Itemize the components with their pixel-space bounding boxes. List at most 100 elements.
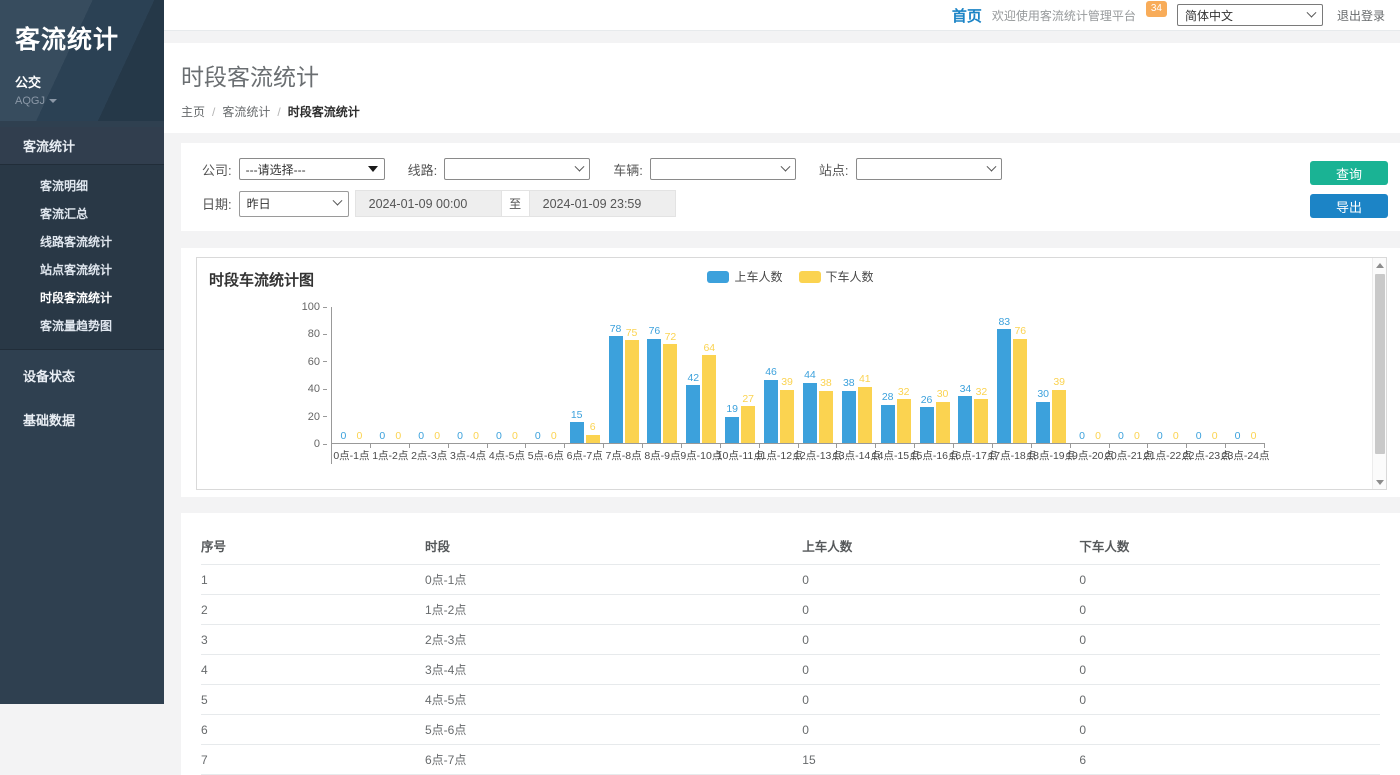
bar[interactable] xyxy=(686,385,700,443)
bar-value-label: 0 xyxy=(551,431,557,442)
export-button[interactable]: 导出 xyxy=(1310,194,1388,218)
bar[interactable] xyxy=(725,417,739,443)
bar[interactable] xyxy=(741,406,755,443)
notification-badge[interactable]: 34 xyxy=(1146,1,1167,17)
bar[interactable] xyxy=(780,390,794,443)
caret-down-icon xyxy=(49,99,57,103)
chart-scrollbar[interactable] xyxy=(1372,258,1386,489)
chevron-down-icon xyxy=(1307,7,1317,17)
sidebar-item-line-stats[interactable]: 线路客流统计 xyxy=(0,228,164,256)
sidebar-item-base-data[interactable]: 基础数据 xyxy=(0,401,164,438)
sidebar-item-trend-chart[interactable]: 客流量趋势图 xyxy=(0,312,164,340)
bar-value-label: 34 xyxy=(960,384,972,395)
bar[interactable] xyxy=(570,422,584,443)
search-button[interactable]: 查询 xyxy=(1310,161,1388,185)
scroll-up-icon[interactable] xyxy=(1376,258,1384,272)
bar[interactable] xyxy=(858,387,872,443)
table-cell: 6 xyxy=(1079,745,1380,775)
bar[interactable] xyxy=(609,336,623,443)
chart-category: 263015点-16点 xyxy=(915,307,954,464)
sidebar-item-passenger-detail[interactable]: 客流明细 xyxy=(0,172,164,200)
org-code-dropdown[interactable]: AQGJ xyxy=(15,95,150,107)
line-select[interactable] xyxy=(444,158,590,180)
table-cell: 3点-4点 xyxy=(425,655,802,685)
x-axis-label: 2点-3点 xyxy=(410,444,449,464)
date-preset-select[interactable]: 昨日 xyxy=(239,191,349,217)
table-header: 序号时段上车人数下车人数 xyxy=(201,527,1380,565)
bar[interactable] xyxy=(625,340,639,443)
bar[interactable] xyxy=(1036,402,1050,443)
sidebar-item-device-status[interactable]: 设备状态 xyxy=(0,357,164,394)
table-cell: 15 xyxy=(802,745,1079,775)
bar-value-label: 0 xyxy=(473,431,479,442)
bar[interactable] xyxy=(936,402,950,443)
org-name: 公交 xyxy=(15,72,150,91)
bar[interactable] xyxy=(997,329,1011,443)
bar[interactable] xyxy=(881,405,895,443)
bar[interactable] xyxy=(920,407,934,443)
chart-category: 837617点-18点 xyxy=(993,307,1032,464)
bar-value-label: 30 xyxy=(937,389,949,400)
x-axis-label: 3点-4点 xyxy=(449,444,488,464)
sidebar-item-period-stats[interactable]: 时段客流统计 xyxy=(0,284,164,312)
bar[interactable] xyxy=(663,344,677,443)
bar[interactable] xyxy=(897,399,911,443)
chart-category: 443812点-13点 xyxy=(799,307,838,464)
page-title: 时段客流统计 xyxy=(181,58,1400,92)
sidebar-item-station-stats[interactable]: 站点客流统计 xyxy=(0,256,164,284)
legend-item-boarding[interactable]: 上车人数 xyxy=(707,268,782,285)
bar[interactable] xyxy=(974,399,988,443)
chart-category: 463911点-12点 xyxy=(760,307,799,464)
bar-value-label: 0 xyxy=(341,431,347,442)
chart-y-axis: 020406080100 xyxy=(209,307,327,444)
breadcrumb-section[interactable]: 客流统计 xyxy=(222,103,270,120)
bar-value-label: 39 xyxy=(781,377,793,388)
station-select[interactable] xyxy=(856,158,1002,180)
bar[interactable] xyxy=(1052,390,1066,443)
logout-link[interactable]: 退出登录 xyxy=(1337,7,1385,24)
breadcrumb-separator: / xyxy=(277,105,280,119)
vehicle-select[interactable] xyxy=(650,158,796,180)
breadcrumb-home[interactable]: 主页 xyxy=(181,103,205,120)
bar-value-label: 0 xyxy=(434,431,440,442)
chart-category: 0021点-22点 xyxy=(1148,307,1187,464)
table-cell: 2 xyxy=(201,595,425,625)
x-axis-label: 12点-13点 xyxy=(799,444,838,464)
bar[interactable] xyxy=(958,396,972,443)
legend-item-alighting[interactable]: 下车人数 xyxy=(799,268,874,285)
bar[interactable] xyxy=(764,380,778,443)
scroll-down-icon[interactable] xyxy=(1376,475,1384,489)
legend-swatch-yellow-icon xyxy=(799,271,821,283)
company-label: 公司: xyxy=(202,160,232,179)
table-row: 65点-6点00 xyxy=(201,715,1380,745)
chart-category: 283214点-15点 xyxy=(876,307,915,464)
scrollbar-thumb[interactable] xyxy=(1375,274,1385,454)
bar[interactable] xyxy=(647,339,661,443)
bar[interactable] xyxy=(586,435,600,443)
bar[interactable] xyxy=(842,391,856,443)
bar[interactable] xyxy=(702,355,716,443)
table-cell: 7 xyxy=(201,745,425,775)
date-end-input[interactable]: 2024-01-09 23:59 xyxy=(529,190,676,217)
bar-value-label: 32 xyxy=(898,387,910,398)
company-select[interactable]: ---请选择--- xyxy=(239,158,385,180)
chart-category: 001点-2点 xyxy=(371,307,410,464)
date-start-input[interactable]: 2024-01-09 00:00 xyxy=(355,190,502,217)
bar[interactable] xyxy=(1013,339,1027,443)
bar[interactable] xyxy=(819,391,833,443)
x-axis-label: 4点-5点 xyxy=(488,444,527,464)
language-select[interactable]: 简体中文 xyxy=(1177,4,1323,26)
bar[interactable] xyxy=(803,383,817,443)
bar-value-label: 38 xyxy=(820,378,832,389)
bar-value-label: 6 xyxy=(590,422,596,433)
chart-title: 时段车流统计图 xyxy=(209,269,314,290)
bar-value-label: 27 xyxy=(742,394,754,405)
topbar: 首页 欢迎使用客流统计管理平台 34 简体中文 退出登录 xyxy=(164,0,1400,31)
x-axis-label: 10点-11点 xyxy=(721,444,760,464)
sidebar-item-passenger-stats[interactable]: 客流统计 xyxy=(0,127,164,164)
bar-value-label: 0 xyxy=(1251,431,1257,442)
sidebar-item-passenger-summary[interactable]: 客流汇总 xyxy=(0,200,164,228)
home-link[interactable]: 首页 xyxy=(952,5,982,26)
bar-value-label: 0 xyxy=(1157,431,1163,442)
x-axis-label: 21点-22点 xyxy=(1148,444,1187,464)
